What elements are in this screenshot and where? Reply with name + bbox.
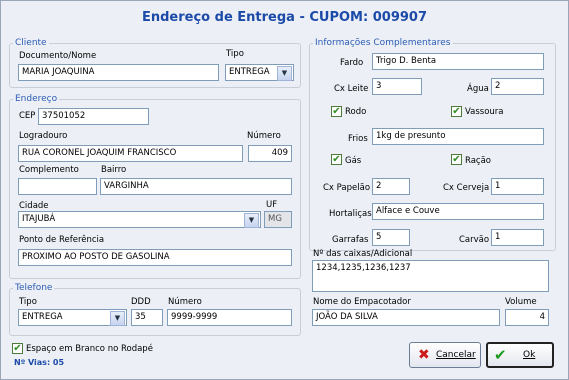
rodo-label: Rodo	[345, 107, 367, 117]
cxleite-label: Cx Leite	[334, 84, 369, 94]
telefone-numero-label: Número	[168, 297, 202, 307]
fardo-label: Fardo	[340, 58, 364, 68]
chevron-down-icon[interactable]: ▼	[110, 311, 125, 326]
ddd-input[interactable]: 35	[131, 309, 163, 326]
fardo-input[interactable]: Trigo D. Benta	[372, 53, 544, 70]
gas-checkbox[interactable]: ✔	[331, 154, 342, 165]
referencia-input[interactable]: PROXIMO AO POSTO DE GASOLINA	[18, 249, 292, 266]
ddd-label: DDD	[131, 297, 151, 307]
hortalicas-input[interactable]: Alface e Couve	[372, 203, 544, 220]
garrafas-input[interactable]: 5	[372, 229, 410, 246]
frios-label: Frios	[348, 134, 368, 144]
uf-label: UF	[266, 200, 278, 210]
logradouro-input[interactable]: RUA CORONEL JOAQUIM FRANCISCO	[18, 145, 243, 162]
volume-label: Volume	[505, 297, 537, 307]
uf-input: MG	[264, 211, 292, 228]
espaco-rodape-checkbox[interactable]: ✔	[12, 343, 23, 354]
complemento-label: Complemento	[19, 165, 79, 175]
empacotador-label: Nome do Empacotador	[313, 297, 411, 307]
cxpapelao-label: Cx Papelão	[323, 183, 371, 193]
agua-input[interactable]: 2	[491, 78, 544, 95]
vassoura-checkbox[interactable]: ✔	[451, 106, 462, 117]
referencia-label: Ponto de Referência	[19, 235, 105, 245]
cliente-tipo-select[interactable]: ENTREGA ▼	[225, 64, 294, 81]
info-legend: Informações Complementares	[315, 38, 451, 48]
frios-input[interactable]: 1kg de presunto	[372, 128, 544, 145]
endereco-legend: Endereço	[15, 94, 58, 104]
agua-label: Água	[467, 84, 489, 94]
bairro-label: Bairro	[101, 165, 127, 175]
empacotador-input[interactable]: JOÃO DA SILVA	[312, 309, 500, 326]
checkmark-icon: ✔	[494, 346, 507, 364]
logradouro-label: Logradouro	[19, 131, 68, 141]
close-icon: ✖	[418, 347, 430, 363]
cidade-label: Cidade	[19, 201, 49, 211]
caixas-textarea[interactable]: 1234,1235,1236,1237	[312, 260, 549, 292]
complemento-input[interactable]	[18, 178, 97, 195]
caixas-label: Nº das caixas/Adicional	[313, 249, 413, 259]
cancel-button-label: Cancelar	[436, 350, 476, 360]
cxpapelao-input[interactable]: 2	[372, 178, 410, 195]
cancel-button[interactable]: ✖ Cancelar	[409, 342, 481, 368]
ok-button[interactable]: ✔ Ok	[486, 342, 554, 368]
chevron-down-icon[interactable]: ▼	[277, 66, 292, 81]
vassoura-label: Vassoura	[465, 107, 504, 117]
chevron-down-icon[interactable]: ▼	[244, 213, 259, 228]
cep-label: CEP	[19, 111, 36, 121]
bairro-input[interactable]: VARGINHA	[100, 178, 292, 195]
racao-checkbox[interactable]: ✔	[451, 154, 462, 165]
vias-count: Nº Vias: 05	[14, 358, 65, 367]
cliente-tipo-label: Tipo	[226, 49, 244, 59]
cxleite-input[interactable]: 3	[372, 78, 422, 95]
rodo-checkbox[interactable]: ✔	[331, 106, 342, 117]
volume-input[interactable]: 4	[505, 309, 549, 326]
documento-nome-input[interactable]: MARIA JOAQUINA	[18, 64, 219, 81]
racao-label: Ração	[465, 156, 492, 166]
numero-input[interactable]: 409	[248, 145, 292, 162]
cliente-tipo-value: ENTREGA	[229, 67, 270, 77]
garrafas-label: Garrafas	[332, 235, 369, 245]
telefone-numero-input[interactable]: 9999-9999	[167, 309, 292, 326]
espaco-rodape-label: Espaço em Branco no Rodapé	[26, 344, 153, 354]
cliente-legend: Cliente	[15, 38, 47, 48]
telefone-legend: Telefone	[15, 283, 53, 293]
numero-label: Número	[247, 131, 281, 141]
telefone-tipo-label: Tipo	[19, 297, 37, 307]
telefone-tipo-select[interactable]: ENTREGA ▼	[18, 309, 127, 326]
gas-label: Gás	[345, 156, 362, 166]
telefone-tipo-value: ENTREGA	[22, 312, 63, 322]
cxcerveja-input[interactable]: 1	[491, 178, 544, 195]
hortalicas-label: Hortaliças	[329, 209, 372, 219]
ok-button-label: Ok	[523, 350, 536, 360]
cep-input[interactable]: 37501052	[38, 108, 149, 125]
dialog-title: Endereço de Entrega - CUPOM: 009907	[141, 10, 427, 25]
cxcerveja-label: Cx Cerveja	[443, 183, 490, 193]
documento-nome-label: Documento/Nome	[19, 51, 97, 61]
carvao-label: Carvão	[459, 235, 490, 245]
cidade-value: ITAJUBÁ	[22, 214, 56, 224]
carvao-input[interactable]: 1	[491, 229, 544, 246]
cidade-select[interactable]: ITAJUBÁ ▼	[18, 211, 261, 228]
